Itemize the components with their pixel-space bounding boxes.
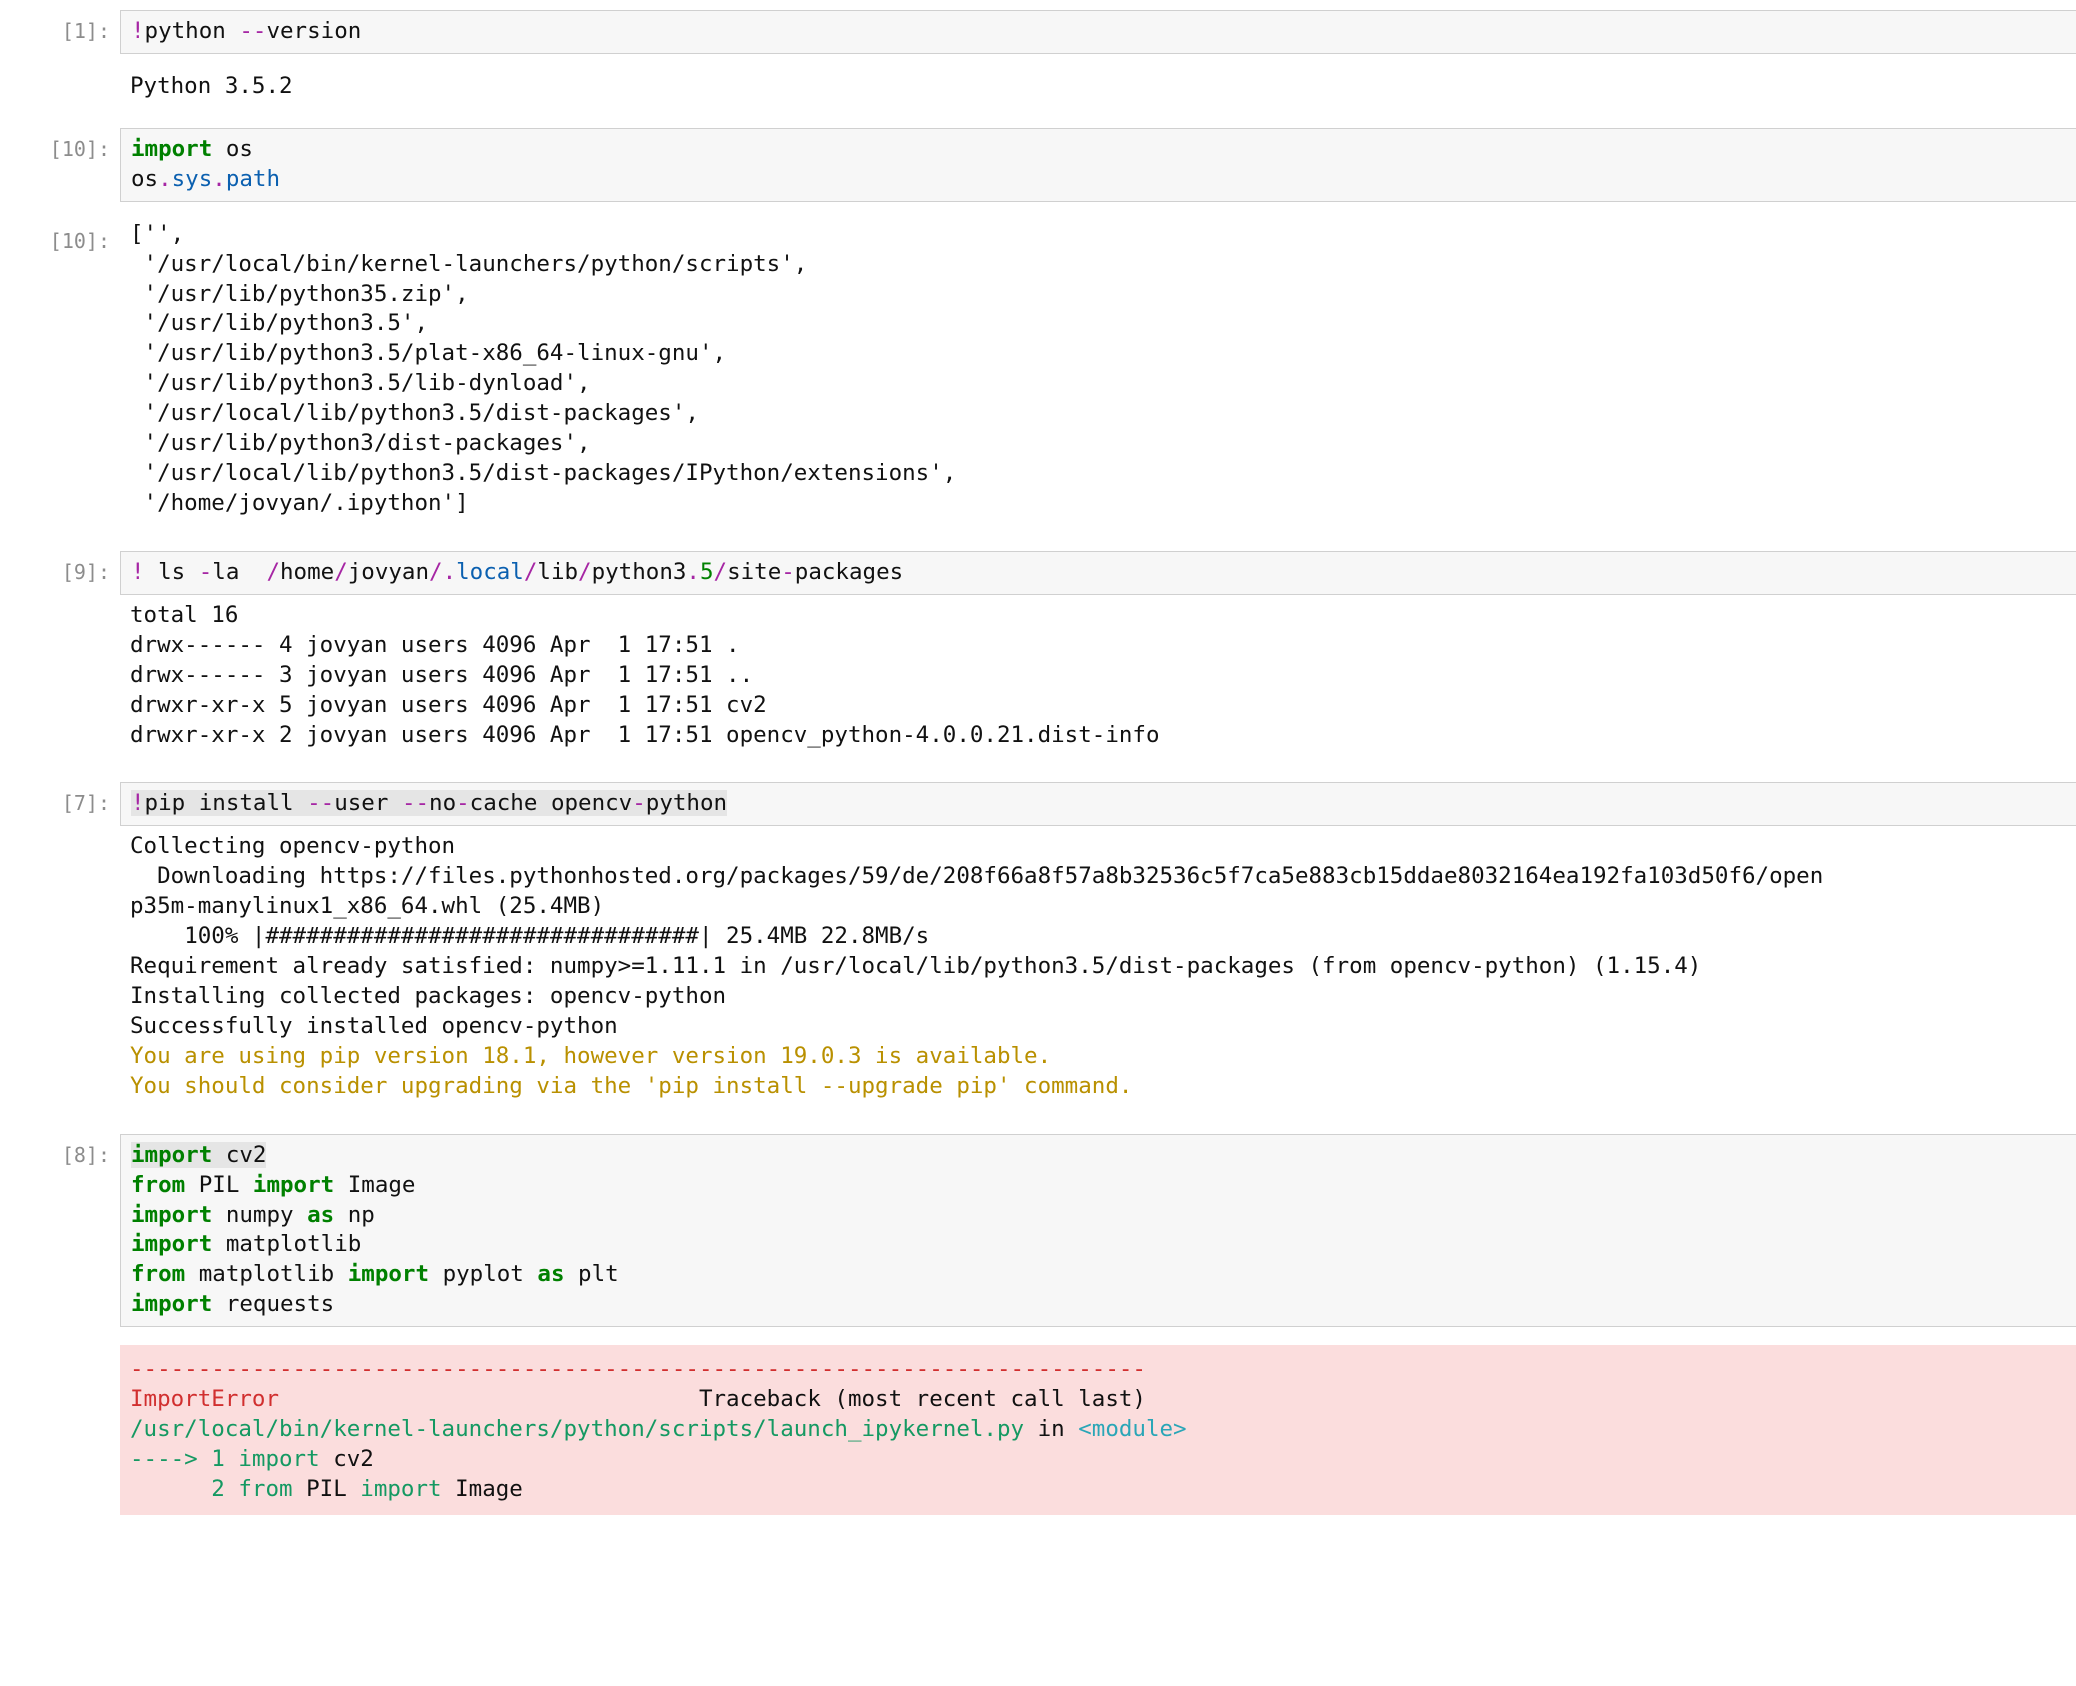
jupyter-notebook: [1]: !python --version Python 3.5.2 [10]…: [0, 0, 2076, 1515]
cell-10-output-row: [10]: ['', '/usr/local/bin/kernel-launch…: [0, 220, 2076, 533]
stdout-output: Collecting opencv-python Downloading htt…: [120, 826, 2076, 1115]
input-prompt: [10]:: [0, 128, 120, 163]
cell-9-input-row: [9]: ! ls -la /home/jovyan/.local/lib/py…: [0, 551, 2076, 595]
traceback-output: ----------------------------------------…: [120, 1345, 2076, 1515]
output-prompt-empty: [0, 595, 120, 603]
cell-7-output-row: Collecting opencv-python Downloading htt…: [0, 826, 2076, 1115]
cell-10-input-row: [10]: import os os.sys.path: [0, 128, 2076, 202]
cell-9-output-row: total 16 drwx------ 4 jovyan users 4096 …: [0, 595, 2076, 765]
cell-1-input-row: [1]: !python --version: [0, 10, 2076, 54]
code-input[interactable]: !pip install --user --no-cache opencv-py…: [120, 782, 2076, 826]
input-prompt: [9]:: [0, 551, 120, 586]
cell-7-input-row: [7]: !pip install --user --no-cache open…: [0, 782, 2076, 826]
input-prompt: [7]:: [0, 782, 120, 817]
input-prompt: [8]:: [0, 1134, 120, 1169]
stdout-output: Python 3.5.2: [120, 54, 2076, 128]
code-input[interactable]: !python --version: [120, 10, 2076, 54]
stdout-output: total 16 drwx------ 4 jovyan users 4096 …: [120, 595, 2076, 765]
output-prompt-empty: [0, 1345, 120, 1353]
output-prompt-empty: [0, 826, 120, 834]
output-prompt: [10]:: [0, 220, 120, 255]
code-input[interactable]: import cv2 from PIL import Image import …: [120, 1134, 2076, 1328]
code-input[interactable]: import os os.sys.path: [120, 128, 2076, 202]
output-prompt-empty: [0, 54, 120, 62]
cell-8-input-row: [8]: import cv2 from PIL import Image im…: [0, 1134, 2076, 1328]
execute-result: ['', '/usr/local/bin/kernel-launchers/py…: [120, 220, 2076, 533]
code-input[interactable]: ! ls -la /home/jovyan/.local/lib/python3…: [120, 551, 2076, 595]
input-prompt: [1]:: [0, 10, 120, 45]
cell-1-output-row: Python 3.5.2: [0, 54, 2076, 128]
cell-8-error-row: ----------------------------------------…: [0, 1345, 2076, 1515]
